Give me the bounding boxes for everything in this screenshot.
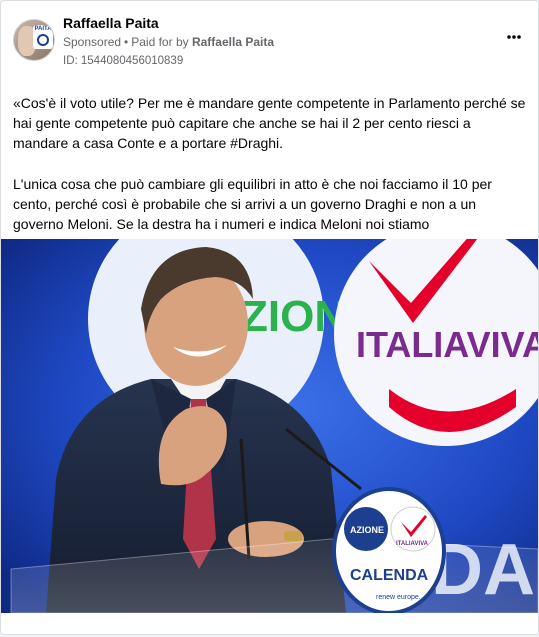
avatar-badge-text: PAITA	[34, 26, 52, 32]
more-horizontal-icon	[507, 35, 521, 39]
paid-for-label: Paid for by	[131, 35, 189, 49]
sponsored-post-card: PAITA Raffaella Paita Sponsored • Paid for…	[0, 0, 539, 635]
post-header: PAITA Raffaella Paita Sponsored • Paid for…	[1, 1, 538, 73]
author-avatar[interactable]: PAITA	[13, 19, 55, 61]
podium-azione-text: AZIONE	[350, 525, 384, 535]
more-options-button[interactable]	[504, 29, 524, 45]
avatar-badge: PAITA	[33, 25, 53, 49]
ad-id: ID: 1544080456010839	[63, 55, 184, 67]
sponsored-line: Sponsored • Paid for by Raffaella Paita	[63, 35, 274, 49]
post-footer	[1, 613, 538, 634]
author-name[interactable]: Raffaella Paita	[63, 15, 159, 31]
avatar-badge-logo	[37, 34, 49, 46]
podium-logo: AZIONE ITALIAVIVA CALENDA renew europe.	[332, 487, 446, 613]
paid-for-name: Raffaella Paita	[191, 35, 275, 49]
sponsored-label: Sponsored	[63, 35, 122, 49]
speaker-watch	[284, 531, 302, 541]
post-paragraph: «Cos'è il voto utile? Per me è mandare g…	[13, 95, 526, 152]
rally-photo: ZIONE ITALIAVIVA DA	[1, 239, 538, 613]
post-image[interactable]: ZIONE ITALIAVIVA DA	[1, 239, 538, 613]
podium-tagline: renew europe.	[376, 594, 421, 601]
backdrop-italiaviva-text: ITALIAVIVA	[356, 324, 538, 365]
post-text: «Cos'è il voto utile? Per me è mandare g…	[13, 93, 528, 254]
podium-calenda-text: CALENDA	[350, 567, 429, 584]
podium-italiaviva-text: ITALIAVIVA	[396, 541, 429, 547]
meta-separator: •	[124, 35, 129, 49]
